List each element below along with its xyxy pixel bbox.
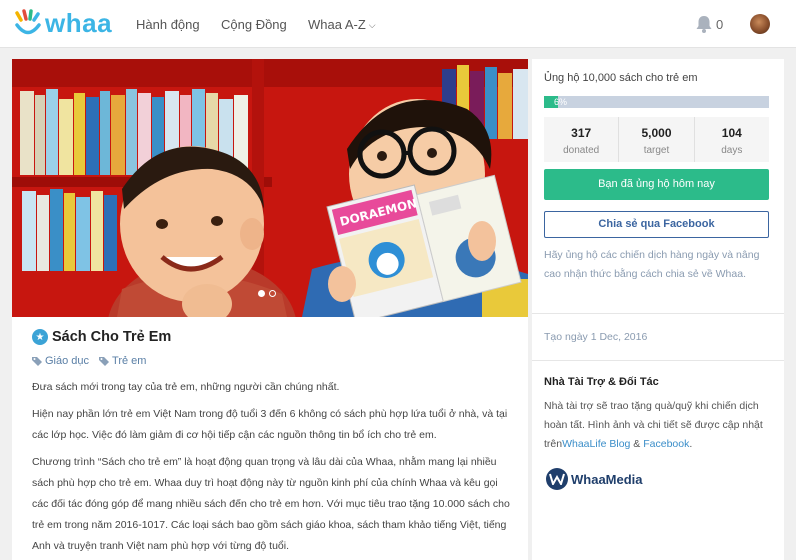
sponsor-period: . [689,438,693,450]
goal-title: Ủng hộ 10,000 sách cho trẻ em [544,72,698,84]
whaamedia-logo-text: WhaaMedia [571,471,643,487]
progress-label: 6% [554,97,568,107]
nav-whaa-az[interactable]: Whaa A-Z ⌵ [308,17,376,32]
carousel-dot-2[interactable] [269,290,276,297]
hero-photo-illustration: DORAEMON [12,59,528,317]
nav-whaa-az-label: Whaa A-Z [308,17,366,32]
stat-donated: 317 donated [544,117,618,162]
share-facebook-button[interactable]: Chia sẻ qua Facebook [544,211,769,238]
tag-label: Giáo dục [45,355,90,367]
donation-sidebar: Ủng hộ 10,000 sách cho trẻ em 6% 317 don… [532,59,784,560]
whaalife-blog-link[interactable]: WhaaLife Blog [562,438,630,450]
stat-value: 5,000 [641,126,672,140]
nav-cong-dong[interactable]: Cộng Đồng [221,17,287,32]
whaa-logo-icon [15,8,41,34]
sponsor-title: Nhà Tài Trợ & Đối Tác [544,376,659,388]
stat-label: donated [563,145,600,156]
hero-image: DORAEMON [12,59,528,317]
top-navbar: whaa Hành động Cộng Đồng Whaa A-Z ⌵ 0 [0,0,796,48]
divider [532,360,784,361]
carousel-dot-1[interactable] [258,290,265,297]
notification-count: 0 [716,17,724,32]
share-note: Hãy ủng hộ các chiến dịch hàng ngày và n… [544,249,760,280]
chevron-down-icon: ⌵ [368,20,376,30]
whaamedia-logo[interactable]: WhaaMedia [546,468,643,490]
campaign-card: DORAEMON ★ Sách Cho Trẻ Em Giáo dục Trẻ … [12,59,528,560]
stat-value: 317 [571,126,592,140]
stat-label: days [721,145,743,156]
campaign-tags: Giáo dục Trẻ em [32,355,146,367]
tag-icon [32,357,42,366]
campaign-paragraph-1: Đưa sách mới trong tay của trẻ em, những… [32,381,340,393]
carousel-dots [258,290,276,297]
sponsor-amp: & [630,438,644,450]
logo-text: whaa [45,8,113,38]
stat-target: 5,000 target [618,117,693,162]
created-date: Tạo ngày 1 Dec, 2016 [544,331,648,343]
tag-label: Trẻ em [112,355,147,367]
star-badge-icon: ★ [32,329,48,345]
stats-panel: 317 donated 5,000 target 104 days [544,117,769,162]
campaign-paragraph-2: Hiện nay phần lớn trẻ em Việt Nam trong … [32,408,508,441]
stat-days: 104 days [693,117,769,162]
campaign-title-text: Sách Cho Trẻ Em [52,329,172,345]
divider [532,313,784,314]
whaamedia-logo-icon [546,468,568,490]
nav-hanh-dong[interactable]: Hành động [136,17,200,32]
stat-value: 104 [721,126,742,140]
tag-giao-duc[interactable]: Giáo dục [32,355,89,367]
stat-label: target [643,145,670,156]
user-avatar[interactable] [750,14,770,34]
tag-icon [99,357,110,366]
sponsor-text: Nhà tài trợ sẽ trao tặng quà/quỹ khi chi… [544,397,774,454]
campaign-title: ★ Sách Cho Trẻ Em [32,329,171,345]
bell-icon[interactable] [694,14,714,34]
whaa-logo[interactable]: whaa [14,8,112,39]
campaign-paragraph-3: Chương trình “Sách cho trẻ em” là hoạt đ… [32,456,510,552]
facebook-link[interactable]: Facebook [643,438,689,450]
progress-bar: 6% [544,96,769,108]
tag-tre-em[interactable]: Trẻ em [99,355,146,367]
donated-today-button[interactable]: Bạn đã ủng hộ hôm nay [544,169,769,200]
